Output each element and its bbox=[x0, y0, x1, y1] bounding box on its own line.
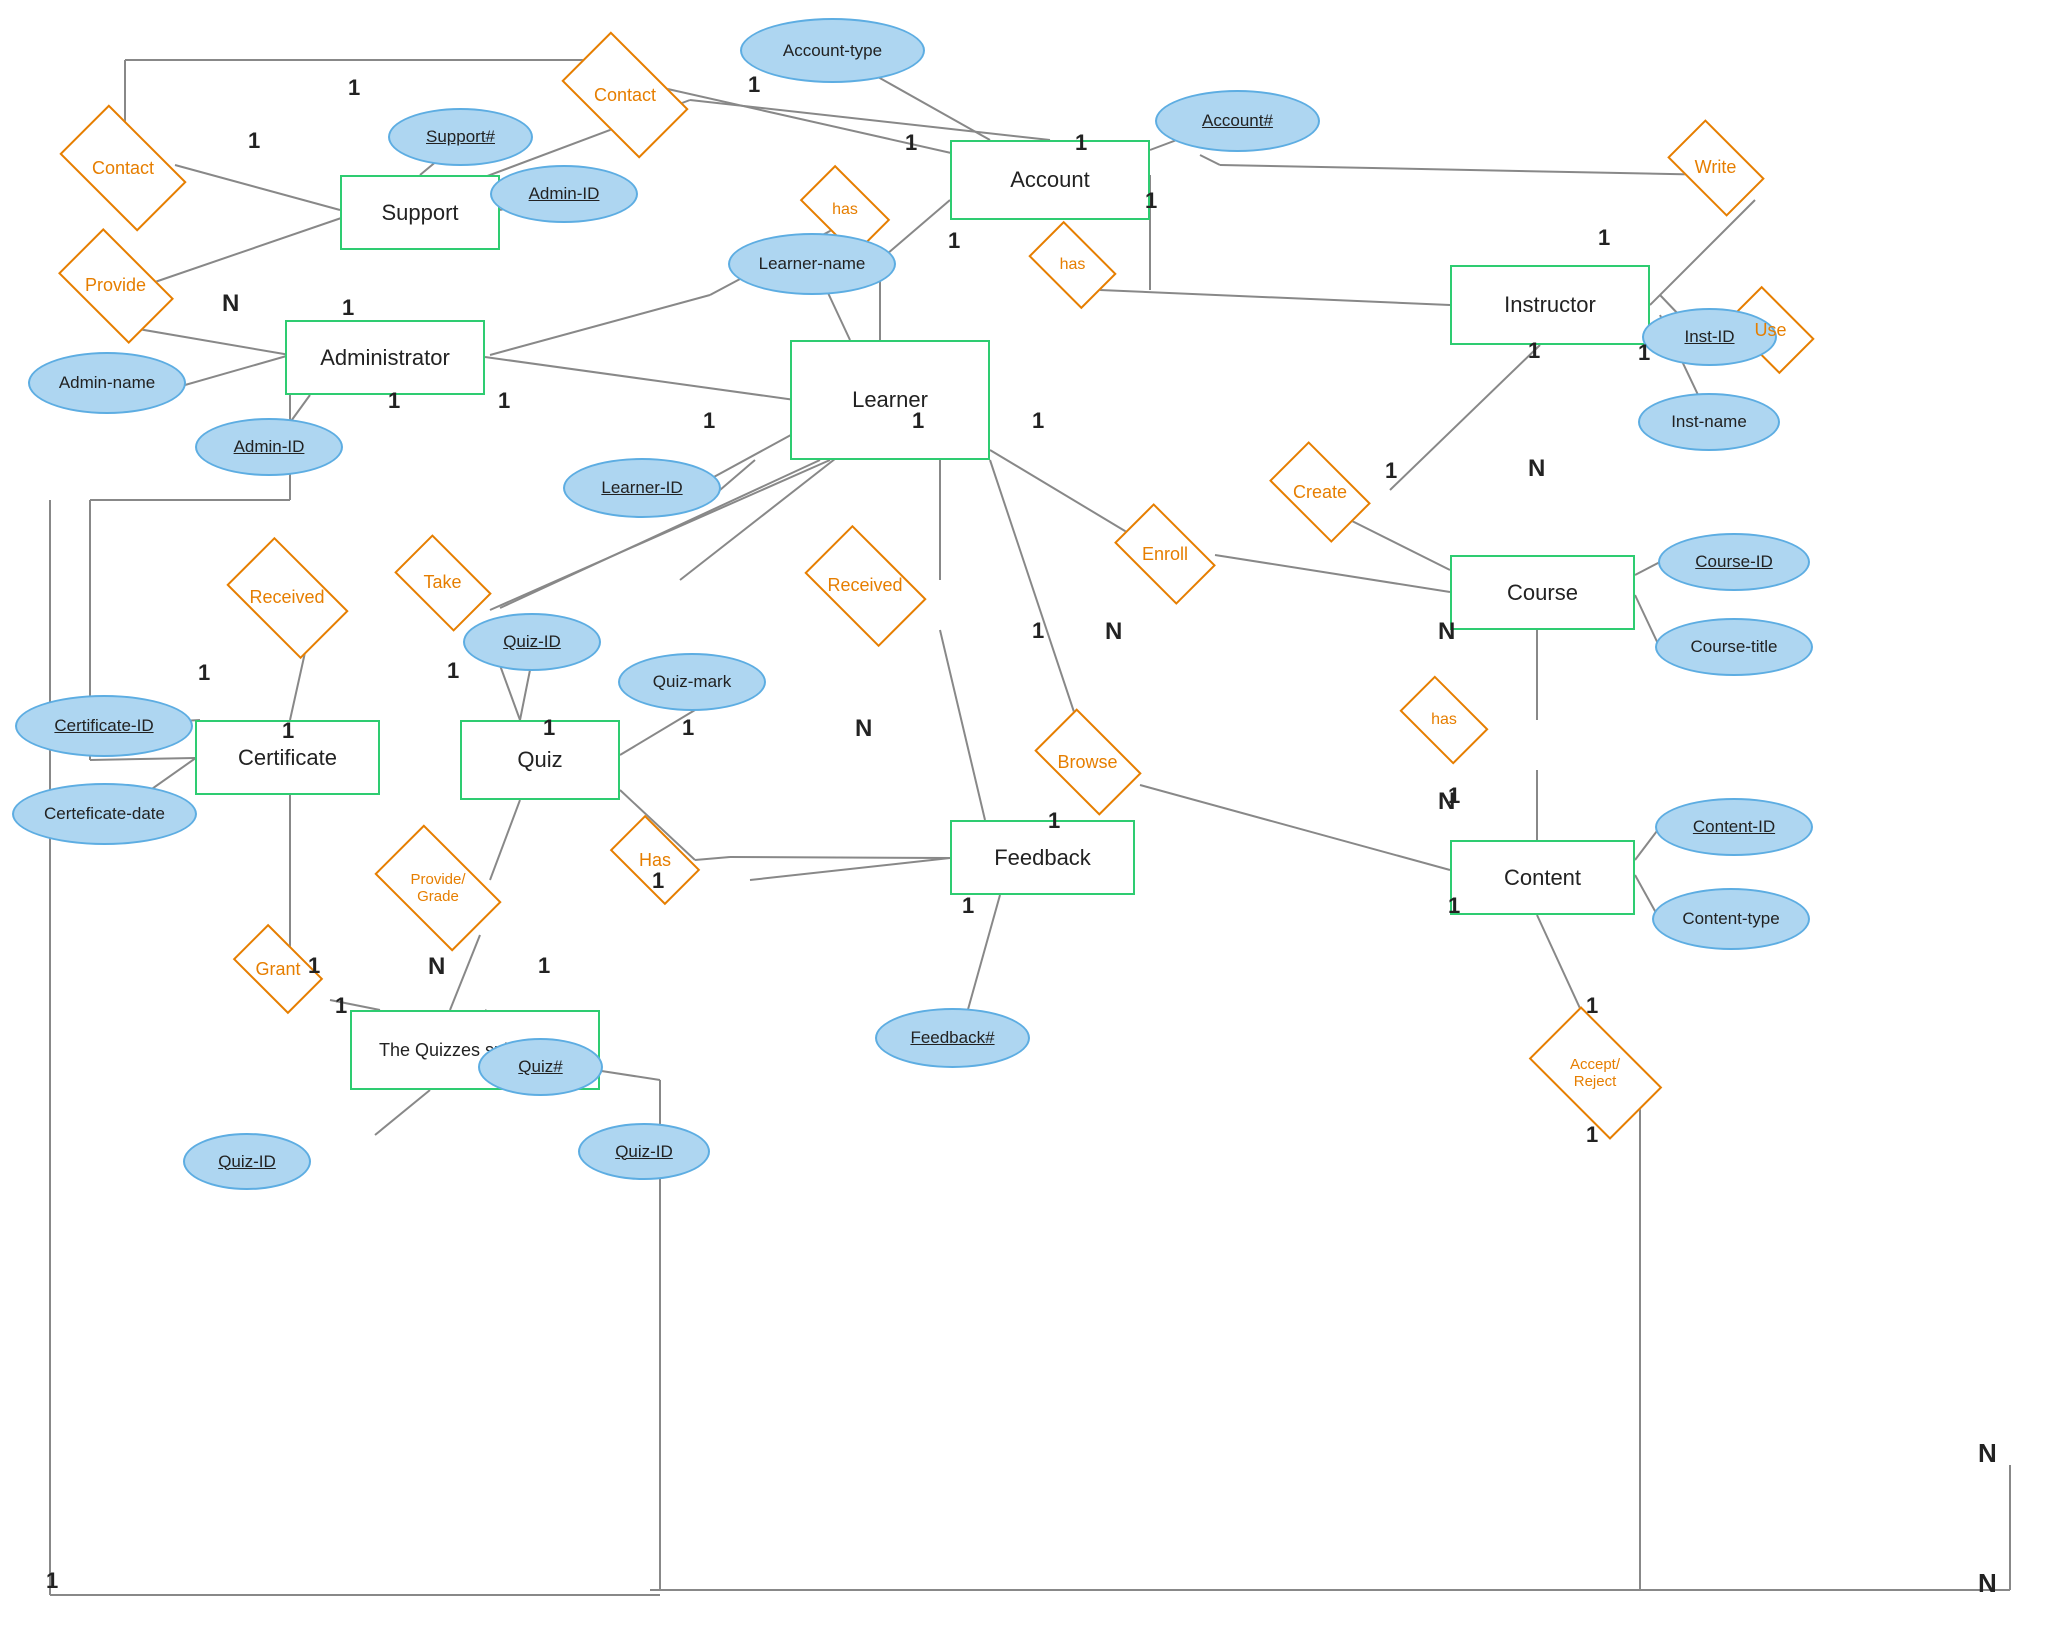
attr-quiz-mark: Quiz-mark bbox=[618, 653, 766, 711]
rel-provide-grade: Provide/Grade bbox=[378, 848, 498, 928]
card-28: N bbox=[1438, 618, 1455, 646]
attr-content-id: Content-ID bbox=[1655, 798, 1813, 856]
card-26: N bbox=[1105, 618, 1122, 646]
entity-account: Account bbox=[950, 140, 1150, 220]
card-23: 1 bbox=[543, 715, 555, 741]
card-37: 1 bbox=[1448, 893, 1460, 919]
entity-instructor: Instructor bbox=[1450, 265, 1650, 345]
card-8: N bbox=[222, 290, 239, 318]
attr-quiz-id-bottom: Quiz-ID bbox=[183, 1133, 311, 1190]
rel-has-course-content: has bbox=[1400, 690, 1488, 750]
entity-quiz: Quiz bbox=[460, 720, 620, 800]
card-20: 1 bbox=[198, 660, 210, 686]
card-30: N bbox=[1438, 788, 1455, 816]
attr-quiz-id-top: Quiz-ID bbox=[463, 613, 601, 671]
rel-accept-reject: Accept/Reject bbox=[1530, 1030, 1660, 1115]
attr-support-num: Support# bbox=[388, 108, 533, 166]
entity-feedback: Feedback bbox=[950, 820, 1135, 895]
rel-browse: Browse bbox=[1035, 728, 1140, 796]
attr-account-type: Account-type bbox=[740, 18, 925, 83]
entity-content: Content bbox=[1450, 840, 1635, 915]
attr-quiz-num: Quiz# bbox=[478, 1038, 603, 1096]
card-18: N bbox=[1528, 455, 1545, 483]
attr-certificate-date: Certeficate-date bbox=[12, 783, 197, 845]
entity-administrator: Administrator bbox=[285, 320, 485, 395]
card-3: 1 bbox=[1075, 130, 1087, 156]
card-5: 1 bbox=[948, 228, 960, 254]
entity-course: Course bbox=[1450, 555, 1635, 630]
card-10: 1 bbox=[388, 388, 400, 414]
card-6: 1 bbox=[348, 75, 360, 101]
attr-learner-name: Learner-name bbox=[728, 233, 896, 295]
card-34: 1 bbox=[652, 868, 664, 894]
card-4: 1 bbox=[1145, 188, 1157, 214]
card-11: 1 bbox=[498, 388, 510, 414]
card-1: 1 bbox=[748, 72, 760, 98]
attr-admin-id-support: Admin-ID bbox=[490, 165, 638, 223]
card-15: 1 bbox=[1598, 225, 1610, 251]
attr-account-num: Account# bbox=[1155, 90, 1320, 152]
card-19: 1 bbox=[1385, 458, 1397, 484]
attr-certificate-id: Certificate-ID bbox=[15, 695, 193, 757]
card-12: 1 bbox=[703, 408, 715, 434]
card-2: 1 bbox=[905, 130, 917, 156]
card-7: 1 bbox=[248, 128, 260, 154]
attr-feedback-num: Feedback# bbox=[875, 1008, 1030, 1068]
card-31: N bbox=[428, 953, 445, 981]
attr-inst-name: Inst-name bbox=[1638, 393, 1780, 451]
entity-support: Support bbox=[340, 175, 500, 250]
card-35: 1 bbox=[962, 893, 974, 919]
card-13: 1 bbox=[912, 408, 924, 434]
rel-provide: Provide bbox=[58, 248, 173, 323]
rel-contact-top: Contact bbox=[560, 55, 690, 135]
card-n2: N bbox=[1978, 1568, 1997, 1599]
attr-learner-id: Learner-ID bbox=[563, 458, 721, 518]
rel-enroll: Enroll bbox=[1115, 520, 1215, 588]
card-27: 1 bbox=[1032, 618, 1044, 644]
rel-has-learner: has bbox=[800, 180, 890, 240]
rel-create: Create bbox=[1270, 458, 1370, 526]
attr-course-id: Course-ID bbox=[1658, 533, 1810, 591]
card-1-bottom: 1 bbox=[46, 1568, 58, 1594]
rel-take: Take bbox=[395, 550, 490, 615]
attr-admin-id-admin: Admin-ID bbox=[195, 418, 343, 476]
card-16: 1 bbox=[1638, 340, 1650, 366]
card-1-grant: 1 bbox=[335, 993, 347, 1019]
card-38: 1 bbox=[1586, 993, 1598, 1019]
rel-has-account: has bbox=[1030, 235, 1115, 295]
card-24: 1 bbox=[682, 715, 694, 741]
card-32: 1 bbox=[308, 953, 320, 979]
card-9: 1 bbox=[342, 295, 354, 321]
attr-course-title: Course-title bbox=[1655, 618, 1813, 676]
card-14: 1 bbox=[1032, 408, 1044, 434]
rel-received-cert: Received bbox=[227, 560, 347, 635]
card-17: 1 bbox=[1528, 338, 1540, 364]
card-22: 1 bbox=[447, 658, 459, 684]
attr-admin-name: Admin-name bbox=[28, 352, 186, 414]
attr-quiz-id-sub: Quiz-ID bbox=[578, 1123, 710, 1180]
card-n1: N bbox=[1978, 1438, 1997, 1469]
rel-contact-left: Contact bbox=[58, 128, 188, 208]
card-33: 1 bbox=[538, 953, 550, 979]
card-21: 1 bbox=[282, 718, 294, 744]
rel-write: Write bbox=[1668, 135, 1763, 200]
card-39: 1 bbox=[1586, 1122, 1598, 1148]
attr-content-type: Content-type bbox=[1652, 888, 1810, 950]
entity-learner: Learner bbox=[790, 340, 990, 460]
card-36: 1 bbox=[1048, 808, 1060, 834]
card-25: N bbox=[855, 715, 872, 743]
rel-received-quiz: Received bbox=[805, 548, 925, 623]
